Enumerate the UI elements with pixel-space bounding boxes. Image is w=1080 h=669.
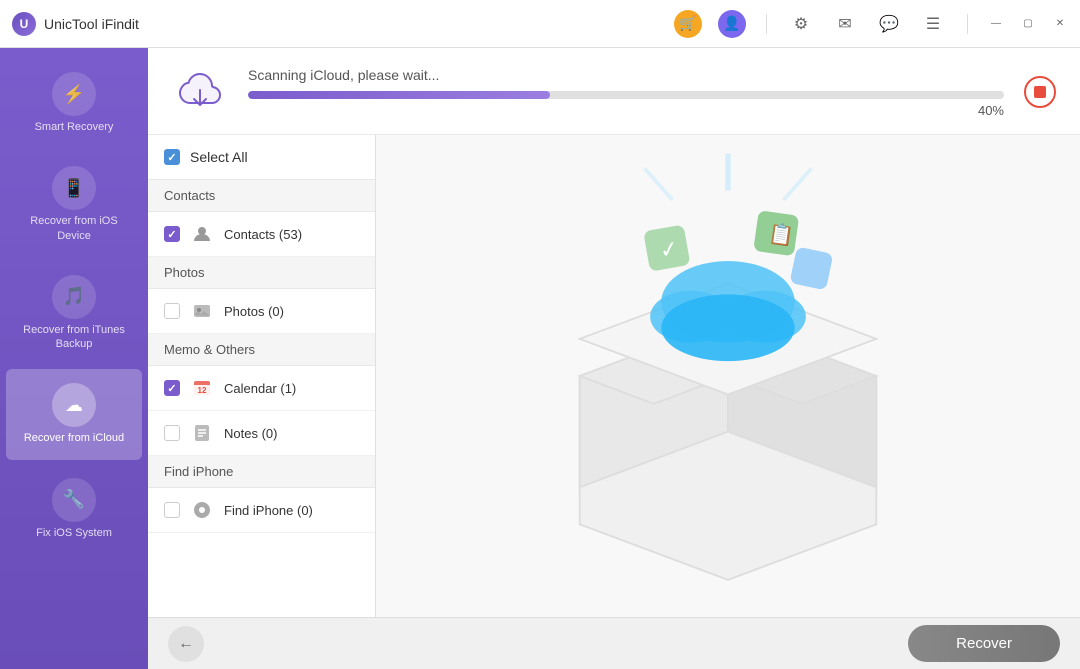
recover-button[interactable]: Recover	[908, 625, 1060, 662]
mail-icon[interactable]: ✉	[831, 10, 859, 38]
menu-icon[interactable]: ☰	[919, 10, 947, 38]
calendar-label: Calendar (1)	[224, 381, 296, 396]
progress-bar-container	[248, 91, 1004, 99]
sidebar-label-recover-itunes: Recover from iTunes Backup	[14, 323, 134, 352]
gear-icon[interactable]: ⚙	[787, 10, 815, 38]
svg-text:✓: ✓	[658, 236, 681, 264]
stop-button[interactable]	[1024, 76, 1056, 108]
list-item-contacts[interactable]: Contacts (53)	[148, 212, 375, 257]
cloud-download-icon	[172, 64, 228, 120]
box-illustration: ✓ 📋	[376, 135, 1080, 617]
minimize-button[interactable]: —	[988, 16, 1004, 32]
svg-text:📋: 📋	[767, 221, 795, 248]
svg-text:12: 12	[198, 386, 207, 395]
progress-bar-fill	[248, 91, 550, 99]
user-icon[interactable]: 👤	[718, 10, 746, 38]
list-item-notes[interactable]: Notes (0)	[148, 411, 375, 456]
sidebar-label-fix-ios: Fix iOS System	[36, 526, 112, 540]
photos-label: Photos (0)	[224, 304, 284, 319]
checkbox-notes[interactable]	[164, 425, 180, 441]
photos-icon	[190, 299, 214, 323]
separator2	[967, 14, 968, 34]
progress-percent: 40%	[248, 103, 1004, 118]
sidebar: ⚡ Smart Recovery 📱 Recover from iOS Devi…	[0, 48, 148, 669]
fix-ios-icon: 🔧	[52, 478, 96, 522]
category-memo: Memo & Others	[148, 334, 375, 366]
sidebar-item-recover-itunes[interactable]: 🎵 Recover from iTunes Backup	[6, 261, 142, 366]
app-title: UnicTool iFindit	[44, 16, 139, 32]
contacts-icon	[190, 222, 214, 246]
calendar-icon: 12	[190, 376, 214, 400]
progress-info: Scanning iCloud, please wait... 40%	[248, 67, 1004, 118]
select-all-checkbox[interactable]	[164, 149, 180, 165]
content-area: Select All Contacts Contacts (53) Photos	[148, 135, 1080, 617]
bottom-bar: ← Recover	[148, 617, 1080, 669]
cart-icon[interactable]: 🛒	[674, 10, 702, 38]
sidebar-item-smart-recovery[interactable]: ⚡ Smart Recovery	[6, 58, 142, 148]
category-find-iphone: Find iPhone	[148, 456, 375, 488]
sidebar-item-recover-ios[interactable]: 📱 Recover from iOS Device	[6, 152, 142, 257]
app-logo: U	[12, 12, 36, 36]
recover-icloud-icon: ☁	[52, 383, 96, 427]
main-content: ⚡ Smart Recovery 📱 Recover from iOS Devi…	[0, 48, 1080, 669]
category-photos: Photos	[148, 257, 375, 289]
sidebar-label-recover-icloud: Recover from iCloud	[24, 431, 124, 445]
sidebar-item-recover-icloud[interactable]: ☁ Recover from iCloud	[6, 369, 142, 459]
title-bar: U UnicTool iFindit 🛒 👤 ⚙ ✉ 💬 ☰ — ▢ ✕	[0, 0, 1080, 48]
checkbox-contacts[interactable]	[164, 226, 180, 242]
sidebar-item-fix-ios[interactable]: 🔧 Fix iOS System	[6, 464, 142, 554]
separator	[766, 14, 767, 34]
checkbox-calendar[interactable]	[164, 380, 180, 396]
preview-panel: ✓ 📋	[376, 135, 1080, 617]
find-iphone-label: Find iPhone (0)	[224, 503, 313, 518]
chat-icon[interactable]: 💬	[875, 10, 903, 38]
sidebar-label-recover-ios: Recover from iOS Device	[14, 214, 134, 243]
smart-recovery-icon: ⚡	[52, 72, 96, 116]
close-button[interactable]: ✕	[1052, 16, 1068, 32]
maximize-button[interactable]: ▢	[1020, 16, 1036, 32]
contacts-label: Contacts (53)	[224, 227, 302, 242]
list-item-calendar[interactable]: 12 Calendar (1)	[148, 366, 375, 411]
recover-ios-icon: 📱	[52, 166, 96, 210]
category-contacts: Contacts	[148, 180, 375, 212]
checkbox-find-iphone[interactable]	[164, 502, 180, 518]
title-bar-left: U UnicTool iFindit	[12, 12, 674, 36]
right-panel: Scanning iCloud, please wait... 40%	[148, 48, 1080, 669]
stop-icon	[1034, 86, 1046, 98]
list-panel: Select All Contacts Contacts (53) Photos	[148, 135, 376, 617]
sidebar-label-smart-recovery: Smart Recovery	[35, 120, 114, 134]
checkbox-photos[interactable]	[164, 303, 180, 319]
find-iphone-icon	[190, 498, 214, 522]
title-bar-right: 🛒 👤 ⚙ ✉ 💬 ☰ — ▢ ✕	[674, 10, 1068, 38]
back-button[interactable]: ←	[168, 626, 204, 662]
recover-itunes-icon: 🎵	[52, 275, 96, 319]
notes-label: Notes (0)	[224, 426, 277, 441]
progress-area: Scanning iCloud, please wait... 40%	[148, 48, 1080, 135]
list-item-photos[interactable]: Photos (0)	[148, 289, 375, 334]
list-item-find-iphone[interactable]: Find iPhone (0)	[148, 488, 375, 533]
select-all-label: Select All	[190, 149, 248, 165]
scanning-text: Scanning iCloud, please wait...	[248, 67, 1004, 83]
app-window: U UnicTool iFindit 🛒 👤 ⚙ ✉ 💬 ☰ — ▢ ✕ ⚡ S…	[0, 0, 1080, 669]
select-all-row[interactable]: Select All	[148, 135, 375, 180]
notes-icon	[190, 421, 214, 445]
